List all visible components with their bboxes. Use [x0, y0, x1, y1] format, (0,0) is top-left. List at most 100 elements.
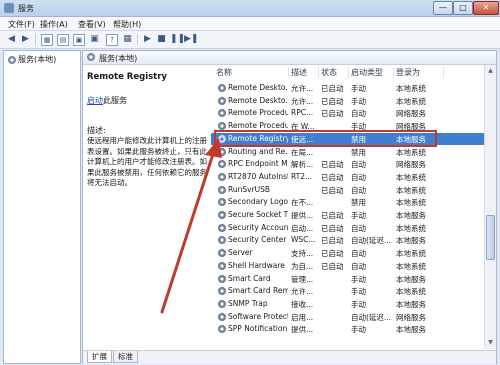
restart-service-icon[interactable]: ▶❚ — [184, 34, 198, 45]
properties-icon[interactable]: ▤ — [57, 34, 69, 46]
cell-startup: 手动 — [351, 287, 366, 297]
cell-desc: 为自... — [291, 261, 314, 271]
table-row[interactable]: RunSvrUSB 已启动 自动 本地系统 — [211, 184, 484, 196]
table-row[interactable]: RPC Endpoint M...解析... 已启动自动 网络服务 — [211, 158, 484, 170]
cell-name: Software Protect... — [228, 311, 288, 321]
column-header-startup-type[interactable]: 启动类型 — [349, 67, 394, 78]
table-row[interactable]: Routing and Re... 在局... 禁用 本地系统 — [211, 146, 484, 158]
cell-startup: 禁用 — [351, 198, 366, 208]
tab-standard[interactable]: 标准 — [113, 351, 138, 363]
cell-name: RPC Endpoint M... — [228, 159, 288, 169]
service-detail-panel: Remote Registry 启动此服务 描述: 使远程用户能修改此计算机上的… — [83, 65, 211, 349]
service-gear-icon — [218, 185, 226, 194]
column-header-description[interactable]: 描述 — [289, 67, 319, 78]
vertical-scrollbar[interactable]: ▲ ▼ — [484, 65, 496, 349]
cell-name: Routing and Re... — [228, 146, 288, 156]
table-row[interactable]: Remote Deskto... 允许... 已启动 手动 本地系统 — [211, 95, 484, 107]
table-row[interactable]: Shell Hardware ... 为自... 已启动 自动 本地系统 — [211, 260, 484, 272]
table-row[interactable]: Smart Card Rem...允许... 手动 本地系统 — [211, 285, 484, 297]
cell-desc: 提供... — [291, 325, 314, 335]
cell-startup: 手动 — [351, 211, 366, 220]
cell-logon: 网络服务 — [396, 312, 426, 322]
cell-status: 已启动 — [321, 160, 344, 170]
cell-status: 已启动 — [321, 249, 344, 259]
tree-item-services-local[interactable]: 服务(本地) — [8, 54, 56, 65]
cell-status: 已启动 — [321, 223, 344, 233]
pane-header: 服务(本地) — [83, 51, 496, 65]
service-gear-icon — [218, 172, 226, 181]
stop-service-icon[interactable]: ■ — [156, 34, 167, 45]
window-title: 服务 — [18, 4, 34, 13]
cell-desc: 管理... — [291, 274, 314, 284]
start-service-icon[interactable]: ▶ — [142, 34, 153, 45]
show-hide-tree-icon[interactable]: ▦ — [41, 34, 53, 46]
table-row[interactable]: Software Protect...启用... 自动(延迟... 网络服务 — [211, 311, 484, 323]
column-header-name[interactable]: 名称 — [214, 67, 289, 78]
column-header-status[interactable]: 状态 — [319, 67, 349, 78]
service-gear-icon — [218, 211, 226, 219]
menu-action[interactable]: 操作(A) — [40, 19, 68, 30]
export-list-icon[interactable]: ▣ — [89, 34, 100, 45]
cell-logon: 本地系统 — [396, 223, 426, 233]
table-row[interactable]: Remote Procedu...RPC... 已启动自动 网络服务 — [211, 107, 484, 119]
table-row[interactable]: Remote Deskto... 允许... 已启动 手动 本地系统 — [211, 82, 484, 94]
scroll-down-icon[interactable]: ▼ — [486, 338, 495, 347]
service-gear-icon — [218, 299, 226, 308]
table-row[interactable]: Secure Socket T... 提供... 已启动 手动 本地服务 — [211, 209, 484, 221]
table-row[interactable]: Server 支持... 已启动 自动 本地系统 — [211, 247, 484, 259]
cell-desc: 提供... — [291, 211, 314, 220]
cell-name: Security Center — [228, 235, 287, 245]
cell-status: 已启动 — [321, 185, 344, 195]
table-row[interactable]: Smart Card 管理... 手动 本地服务 — [211, 273, 484, 285]
maximize-button[interactable]: □ — [453, 1, 473, 15]
menu-file[interactable]: 文件(F) — [8, 19, 35, 30]
start-service-link[interactable]: 启动 — [87, 96, 103, 105]
menu-help[interactable]: 帮助(H) — [113, 19, 141, 30]
cell-startup: 自动 — [351, 185, 366, 195]
cell-startup: 自动 — [351, 172, 366, 182]
close-button[interactable]: ✕ — [473, 1, 499, 15]
table-row[interactable]: SPP Notification ...提供... 手动 本地服务 — [211, 323, 484, 335]
cell-name: Shell Hardware ... — [228, 260, 288, 270]
cell-desc: 允许... — [291, 84, 314, 93]
cell-logon: 网络服务 — [396, 160, 426, 170]
cell-logon: 本地服务 — [396, 211, 426, 220]
cell-status: 已启动 — [321, 172, 344, 182]
view-icon[interactable]: ▦ — [122, 34, 133, 45]
console-tree: 服务(本地) — [3, 50, 81, 364]
refresh-icon[interactable]: ▣ — [73, 34, 85, 46]
cell-status: 已启动 — [321, 261, 344, 271]
cell-desc: 启动... — [291, 223, 314, 233]
cell-logon: 本地系统 — [396, 261, 426, 271]
pause-service-icon[interactable]: ❚❚ — [170, 34, 185, 45]
help-icon[interactable]: ? — [106, 34, 118, 46]
table-row[interactable]: Security Center WSC... 已启动 自动(延迟... 本地服务 — [211, 234, 484, 246]
scroll-up-icon[interactable]: ▲ — [486, 66, 495, 75]
cell-name: RunSvrUSB — [228, 184, 271, 194]
cell-logon: 本地服务 — [396, 274, 426, 284]
cell-startup: 手动 — [351, 84, 366, 93]
service-gear-icon — [218, 84, 226, 92]
service-gear-icon — [218, 198, 226, 207]
cell-startup: 自动 — [351, 249, 366, 259]
menu-view[interactable]: 查看(V) — [78, 19, 106, 30]
forward-arrow-icon[interactable]: ▶ — [20, 34, 31, 45]
cell-logon: 本地系统 — [396, 198, 426, 208]
back-arrow-icon[interactable]: ◀ — [6, 34, 17, 45]
service-gear-icon — [218, 223, 226, 232]
table-row[interactable]: SNMP Trap 接收... 手动 本地服务 — [211, 298, 484, 310]
column-header-logon-as[interactable]: 登录为 — [394, 67, 444, 78]
cell-startup: 自动(延迟... — [351, 236, 392, 246]
scrollbar-thumb[interactable] — [486, 215, 495, 260]
cell-name: Smart Card Rem... — [228, 286, 288, 296]
cell-startup: 禁用 — [351, 147, 366, 157]
table-row[interactable]: Secondary Logon 在不... 禁用 本地系统 — [211, 196, 484, 208]
table-row[interactable]: RT2870 AutoInst...RT2... 已启动自动 本地系统 — [211, 171, 484, 183]
tab-extended[interactable]: 扩展 — [87, 351, 112, 363]
view-tabs: 扩展 标准 — [83, 350, 496, 364]
service-start-action: 启动此服务 — [87, 95, 127, 106]
service-detail-title: Remote Registry — [87, 72, 167, 82]
minimize-button[interactable]: — — [433, 1, 453, 15]
table-row[interactable]: Security Account...启动... 已启动自动 本地系统 — [211, 222, 484, 234]
cell-status: 已启动 — [321, 211, 344, 220]
